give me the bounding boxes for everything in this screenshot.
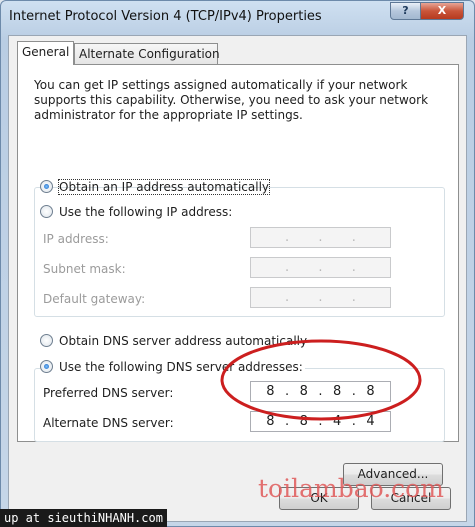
ip-address-field[interactable]: . . . bbox=[250, 227, 391, 248]
radio-use-following-dns[interactable]: Use the following DNS server addresses: bbox=[40, 360, 305, 374]
ip-address-label: IP address: bbox=[43, 232, 109, 246]
octet: 8 bbox=[333, 384, 342, 399]
radio-label: Use the following IP address: bbox=[59, 205, 233, 219]
radio-button-icon bbox=[40, 334, 53, 347]
title-bar[interactable]: Internet Protocol Version 4 (TCP/IPv4) P… bbox=[1, 1, 474, 35]
tab-alternate-configuration[interactable]: Alternate Configuration bbox=[74, 43, 220, 65]
info-text: You can get IP settings assigned automat… bbox=[34, 78, 429, 122]
preferred-dns-field[interactable]: 8. 8. 8. 8 bbox=[250, 381, 391, 402]
default-gateway-field[interactable]: . . . bbox=[250, 287, 391, 308]
octet: 8 bbox=[366, 384, 375, 399]
octet: 8 bbox=[266, 414, 275, 429]
radio-button-icon bbox=[40, 180, 53, 193]
octet: 8 bbox=[299, 414, 308, 429]
octet: 8 bbox=[266, 384, 275, 399]
dialog-window: Internet Protocol Version 4 (TCP/IPv4) P… bbox=[0, 0, 475, 527]
default-gateway-label: Default gateway: bbox=[43, 292, 146, 306]
radio-obtain-dns-auto[interactable]: Obtain DNS server address automatically bbox=[40, 334, 307, 348]
radio-label: Obtain DNS server address automatically bbox=[59, 334, 308, 348]
subnet-mask-label: Subnet mask: bbox=[43, 262, 126, 276]
radio-button-icon bbox=[40, 360, 53, 373]
radio-obtain-ip-auto[interactable]: Obtain an IP address automatically bbox=[40, 179, 271, 195]
octet: 8 bbox=[299, 384, 308, 399]
alternate-dns-field[interactable]: 8. 8. 4. 4 bbox=[250, 411, 391, 432]
octet: 4 bbox=[366, 414, 375, 429]
radio-label: Obtain an IP address automatically bbox=[57, 179, 271, 195]
radio-label: Use the following DNS server addresses: bbox=[59, 360, 303, 374]
help-button[interactable]: ? bbox=[390, 2, 421, 20]
alternate-dns-label: Alternate DNS server: bbox=[43, 416, 174, 430]
general-tab-panel: You can get IP settings assigned automat… bbox=[17, 64, 459, 486]
radio-button-icon bbox=[40, 205, 53, 218]
window-title: Internet Protocol Version 4 (TCP/IPv4) P… bbox=[9, 9, 322, 24]
octet: 4 bbox=[333, 414, 342, 429]
credit-bar: up at sieuthiNHANH.com bbox=[0, 509, 167, 527]
preferred-dns-label: Preferred DNS server: bbox=[43, 386, 174, 400]
tab-general[interactable]: General bbox=[17, 41, 74, 65]
dialog-client-area: General Alternate Configuration You can … bbox=[8, 35, 467, 522]
watermark-text: toilambao.com bbox=[258, 474, 444, 503]
radio-use-following-ip[interactable]: Use the following IP address: bbox=[40, 205, 235, 219]
close-button[interactable]: X bbox=[420, 2, 464, 20]
subnet-mask-field[interactable]: . . . bbox=[250, 257, 391, 278]
